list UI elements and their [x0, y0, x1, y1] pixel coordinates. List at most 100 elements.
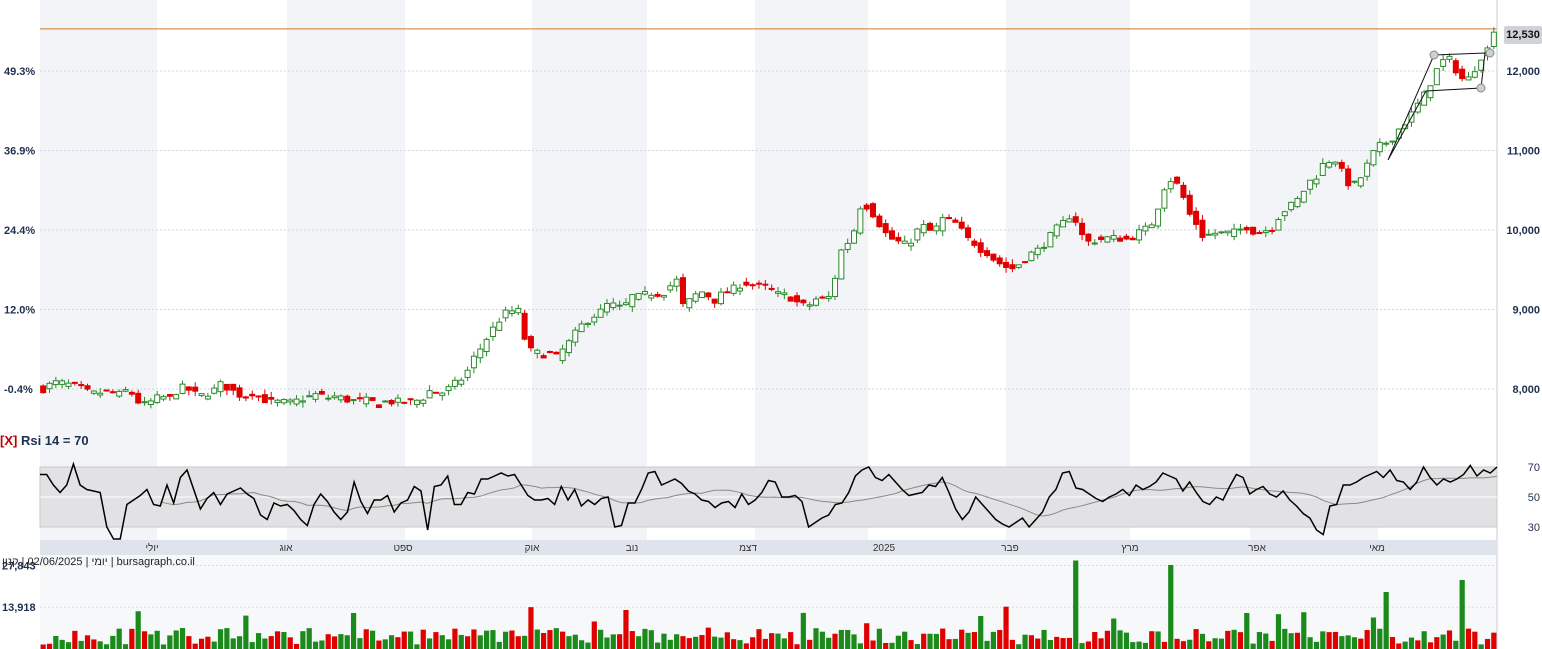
- candle-up: [451, 379, 458, 387]
- volume-bar-down: [1206, 641, 1212, 649]
- candle-down: [876, 215, 883, 228]
- volume-bar-up: [1250, 643, 1256, 649]
- candle-up: [629, 294, 636, 308]
- candle-up: [648, 294, 655, 299]
- rsi-close-button[interactable]: [X]: [0, 433, 17, 448]
- price-tick-left-4: -0.4%: [4, 384, 33, 396]
- candle-down: [895, 236, 902, 242]
- candle-up: [52, 380, 59, 386]
- volume-bar-up: [357, 638, 363, 649]
- volume-bar-up: [1142, 642, 1149, 649]
- volume-bar-down: [1104, 630, 1111, 649]
- volume-bar-down: [433, 632, 439, 649]
- volume-bar-down: [1225, 630, 1231, 649]
- rsi-label: Rsi 14 = 70: [20, 433, 89, 448]
- last-price-label: 12,530: [1504, 26, 1542, 44]
- volume-bar-down: [515, 636, 521, 649]
- candle-down: [1117, 237, 1124, 242]
- volume-bar-down: [750, 637, 756, 649]
- candle-down: [375, 404, 382, 408]
- candle-up: [781, 292, 788, 296]
- month-band-0: [40, 0, 157, 540]
- month-band-4: [1006, 0, 1130, 540]
- volume-bar-down: [883, 642, 889, 649]
- candle-up: [59, 380, 66, 385]
- volume-bar-up: [826, 637, 832, 649]
- volume-bar-down: [198, 638, 205, 649]
- volume-bar-up: [693, 636, 699, 649]
- candle-down: [965, 227, 972, 238]
- candle-down: [103, 389, 110, 392]
- candle-down: [1174, 176, 1181, 184]
- volume-bar-up: [952, 638, 958, 649]
- month-axis: יולי אוג ספט אוק נוב דצמ 2025 פבר מרץ אפר מאי: [40, 540, 1497, 555]
- volume-bar-up: [1231, 629, 1237, 649]
- volume-bar-up: [281, 632, 287, 649]
- candle-down: [711, 298, 718, 304]
- volume-bar-up: [154, 630, 160, 649]
- candle-down: [1129, 237, 1136, 241]
- volume-bar-up: [1073, 560, 1079, 649]
- candle-up: [363, 396, 370, 405]
- volume-bar-down: [971, 632, 977, 649]
- volume-bar-up: [243, 615, 249, 649]
- candle-up: [1281, 211, 1288, 217]
- volume-bar-down: [401, 631, 407, 649]
- price-tick-right-2: 10,000: [1506, 225, 1540, 237]
- volume-bar-up: [1199, 633, 1206, 649]
- volume-bar-down: [864, 623, 870, 649]
- volume-bar-up: [857, 643, 863, 649]
- volume-bar-down: [186, 636, 192, 649]
- candle-down: [407, 398, 414, 401]
- volume-bar-down: [1193, 629, 1199, 649]
- candle-down: [819, 296, 826, 299]
- volume-bar-up: [965, 632, 971, 649]
- candle-down: [356, 397, 363, 400]
- candle-up: [660, 294, 667, 298]
- volume-bar-up: [458, 634, 464, 649]
- candle-up: [667, 285, 674, 291]
- candle-up: [515, 307, 522, 314]
- volume-bar-up: [1459, 580, 1465, 649]
- candle-up: [1275, 219, 1282, 231]
- candle-down: [401, 401, 408, 404]
- volume-bar-down: [1465, 628, 1472, 649]
- volume-bar-up: [338, 634, 344, 649]
- volume-bar-down: [509, 630, 515, 649]
- candle-down: [236, 387, 243, 398]
- candle-down: [84, 385, 91, 390]
- volume-bar-down: [731, 639, 737, 649]
- volume-bar-up: [160, 644, 167, 649]
- candle-down: [1269, 229, 1276, 232]
- volume-bar-down: [1035, 638, 1041, 649]
- candle-down: [230, 383, 237, 391]
- candle-up: [832, 277, 839, 298]
- volume-bar-up: [148, 634, 154, 649]
- volume-bar-up: [598, 629, 604, 649]
- candle-up: [1224, 230, 1231, 234]
- candle-up: [622, 302, 629, 306]
- candle-up: [1167, 181, 1174, 190]
- candle-down: [388, 399, 395, 405]
- candle-down: [1079, 222, 1086, 236]
- candle-up: [198, 393, 205, 397]
- pattern-point-1: [1485, 48, 1495, 58]
- volume-bar-down: [274, 631, 281, 649]
- volume-bar-up: [300, 631, 306, 649]
- month-label-7: פבר: [1001, 543, 1018, 554]
- candle-down: [192, 386, 199, 392]
- volume-bar-up: [1079, 643, 1085, 649]
- volume-bar-up: [306, 628, 312, 649]
- candle-up: [1262, 230, 1269, 234]
- volume-bar-down: [699, 635, 705, 649]
- month-label-5: דצמ: [739, 543, 757, 554]
- volume-bar-up: [1440, 634, 1446, 649]
- volume-bar-up: [927, 633, 933, 649]
- candle-up: [1490, 31, 1497, 47]
- volume-bar-up: [737, 640, 743, 649]
- volume-bar-down: [1085, 641, 1092, 649]
- candle-down: [344, 395, 351, 403]
- candle-up: [299, 400, 306, 403]
- rsi-panel: 70 50 30: [39, 461, 1540, 540]
- candle-down: [952, 219, 959, 223]
